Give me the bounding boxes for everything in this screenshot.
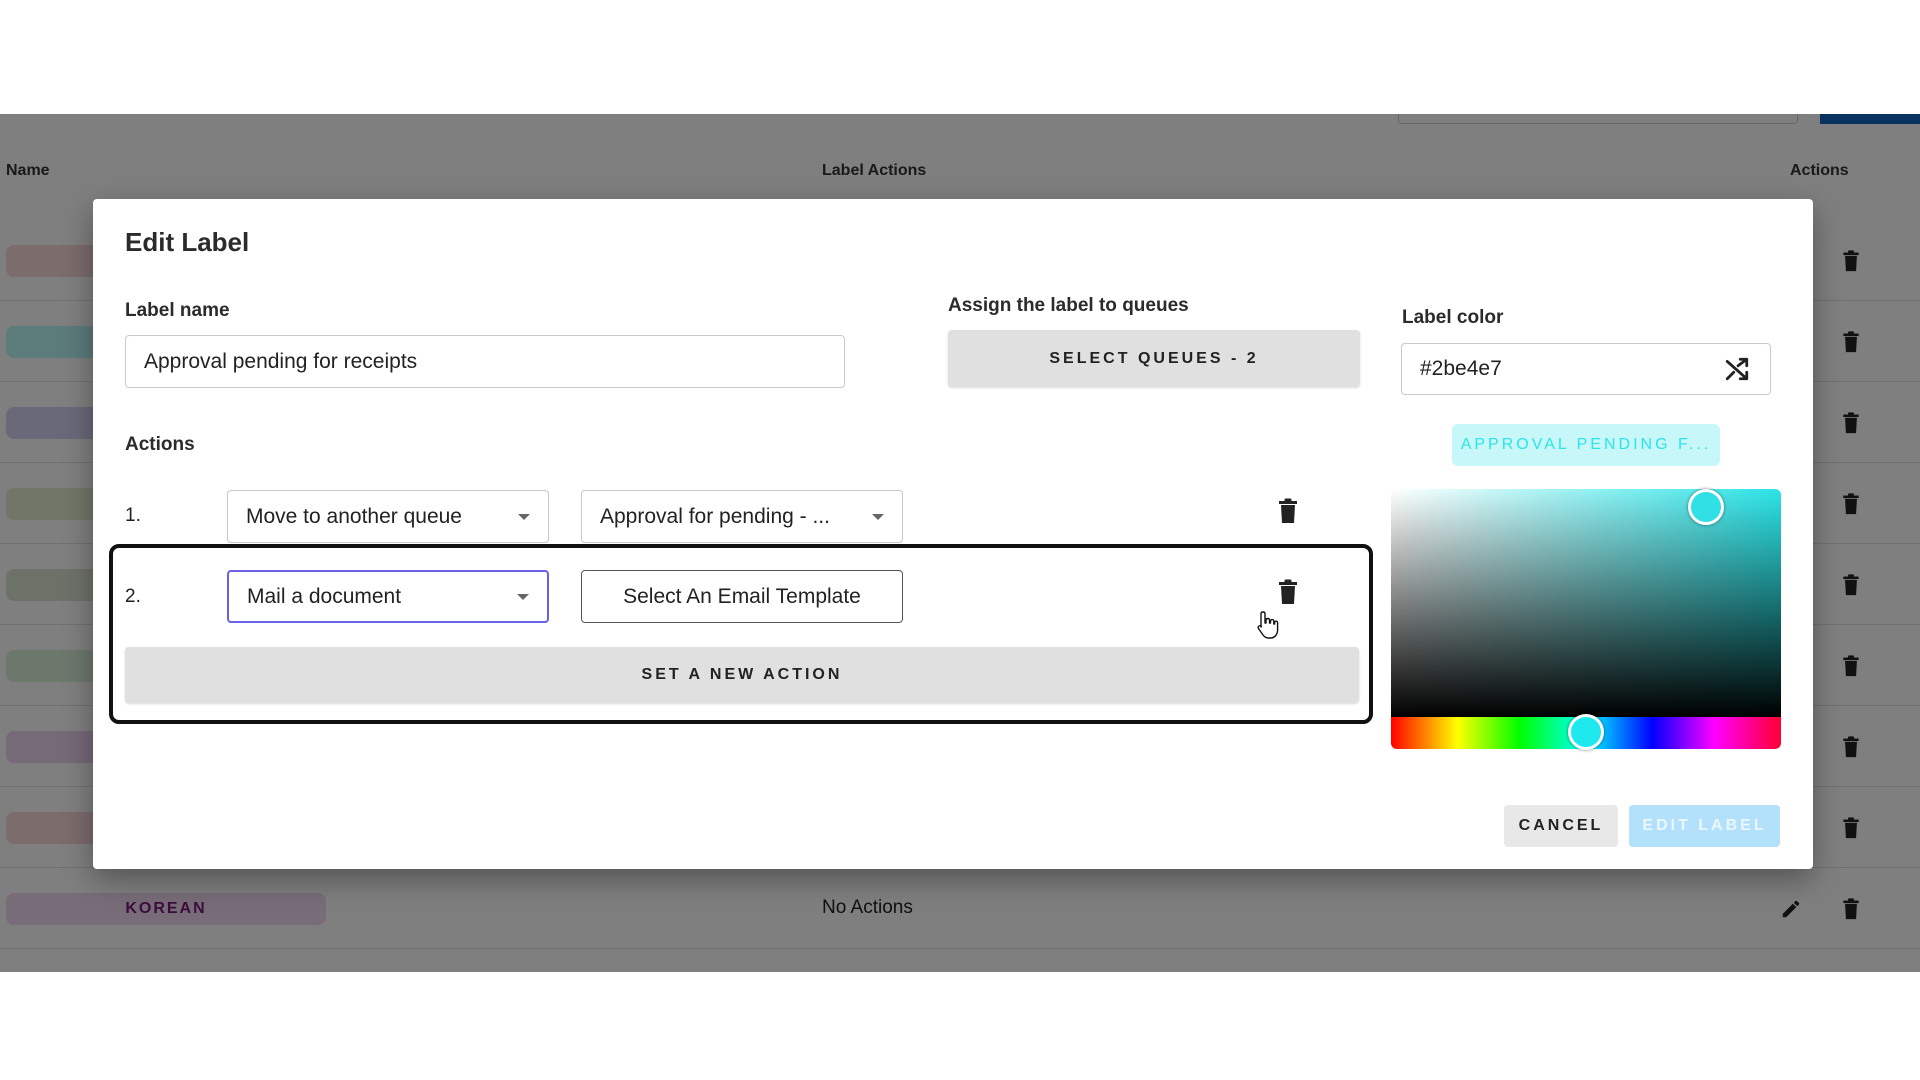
label-color-value: #2be4e7 (1420, 357, 1502, 380)
action-1-number: 1. (125, 505, 141, 526)
delete-action-1-trash-icon[interactable] (1278, 498, 1298, 524)
set-new-action-button[interactable]: SET A NEW ACTION (125, 647, 1359, 703)
action-1-target-value: Approval for pending - ... (600, 504, 830, 528)
action-1-target-select[interactable]: Approval for pending - ... (581, 490, 903, 543)
label-color-input[interactable]: #2be4e7 (1401, 343, 1771, 395)
label-color-label: Label color (1402, 307, 1504, 328)
select-queues-button[interactable]: SELECT QUEUES - 2 (948, 330, 1360, 387)
chevron-down-icon (518, 513, 530, 520)
chevron-down-icon (517, 593, 529, 600)
chevron-down-icon (872, 513, 884, 520)
color-saturation-panel[interactable] (1391, 489, 1781, 717)
label-name-input[interactable]: Approval pending for receipts (125, 335, 845, 388)
label-name-value: Approval pending for receipts (144, 349, 418, 373)
actions-label: Actions (125, 434, 195, 455)
action-2-number: 2. (125, 586, 141, 607)
select-email-template-button[interactable]: Select An Email Template (581, 570, 903, 623)
delete-action-2-trash-icon[interactable] (1278, 579, 1298, 605)
cancel-button[interactable]: CANCEL (1504, 805, 1618, 847)
action-1-type-value: Move to another queue (246, 504, 462, 528)
action-1-type-select[interactable]: Move to another queue (227, 490, 549, 543)
action-2-type-value: Mail a document (247, 584, 402, 608)
edit-label-dialog: Edit Label Label name Approval pending f… (93, 199, 1813, 869)
hand-pointer-cursor-icon (1257, 611, 1279, 639)
shuffle-icon[interactable] (1724, 356, 1750, 382)
label-color-preview: APPROVAL PENDING F... (1452, 424, 1720, 466)
saturation-handle[interactable] (1688, 489, 1724, 525)
dialog-title: Edit Label (125, 227, 250, 257)
hue-handle[interactable] (1568, 714, 1604, 750)
assign-queues-label: Assign the label to queues (948, 295, 1189, 316)
action-2-type-select[interactable]: Mail a document (227, 570, 549, 623)
edit-label-button[interactable]: EDIT LABEL (1629, 805, 1780, 847)
label-name-label: Label name (125, 300, 230, 321)
